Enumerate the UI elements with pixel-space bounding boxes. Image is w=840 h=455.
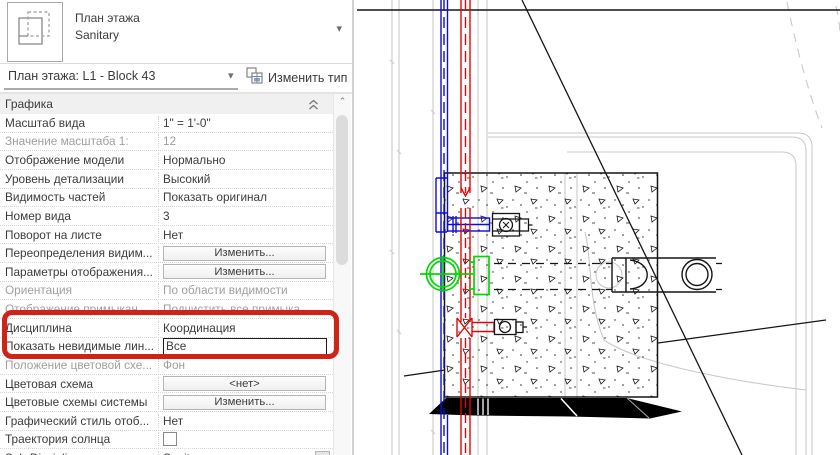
property-label: Цветовая схема [0, 376, 159, 391]
property-label: Траектория солнца [0, 432, 159, 447]
property-label: Номер вида [0, 208, 159, 223]
group-header-grafika[interactable]: Графика [0, 94, 333, 115]
property-value: Изменить... [159, 263, 333, 281]
property-value[interactable] [159, 431, 333, 449]
property-row: Масштаб вида 1" = 1'-0" [0, 114, 333, 133]
property-value[interactable]: Высокий [159, 170, 333, 188]
edit-type-icon [246, 67, 263, 89]
property-label: Sub-Discipline [0, 451, 159, 455]
type-combo-row: План этажа: L1 - Block 43 ▾ Изменить тип [0, 64, 352, 94]
drawing-canvas[interactable] [355, 0, 840, 455]
floor-plan-icon [7, 2, 63, 62]
property-label: Графический стиль отоб... [0, 413, 159, 428]
properties-panel: План этажа Sanitary ▾ План этажа: L1 - B… [0, 0, 355, 455]
chevron-down-icon[interactable]: ▾ [336, 22, 342, 35]
edit-type-label: Изменить тип [268, 71, 348, 85]
combo-underline [4, 88, 238, 90]
property-value[interactable]: Нормально [159, 151, 333, 169]
property-row: Номер вида 3 [0, 207, 333, 226]
property-value[interactable]: 3 [159, 207, 333, 225]
property-label: Положение цветовой схе... [0, 357, 159, 372]
property-value: Изменить... [159, 244, 333, 262]
property-label: Дисциплина [0, 320, 159, 335]
property-value[interactable]: Sanitary [159, 449, 333, 455]
property-value[interactable]: Все [159, 337, 333, 356]
type-selector[interactable]: План этажа Sanitary ▾ [0, 0, 352, 64]
type-category: План этажа [75, 11, 140, 25]
modify-button[interactable]: Изменить... [163, 245, 326, 261]
property-value[interactable]: Координация [159, 319, 333, 337]
property-row: Переопределения видим... Изменить... [0, 244, 333, 263]
property-label: Показать невидимые лин... [0, 339, 159, 354]
property-row: Уровень детализации Высокий [0, 169, 333, 189]
property-row: Траектория солнца [0, 430, 333, 450]
type-combo[interactable]: План этажа: L1 - Block 43 [8, 69, 155, 83]
edit-type-button[interactable]: Изменить тип [246, 67, 347, 89]
property-value[interactable]: Фон [159, 356, 333, 374]
type-name: Sanitary [75, 28, 120, 42]
property-value: Изменить... [159, 393, 333, 411]
property-value[interactable]: Подчистить все примыка... [159, 300, 333, 318]
property-row: Отображение модели Нормально [0, 151, 333, 170]
properties-rows: Масштаб вида 1" = 1'-0" Значение масштаба … [0, 114, 333, 455]
scrollbar-thumb[interactable] [336, 115, 348, 265]
property-value[interactable]: Нет [159, 412, 333, 430]
property-value[interactable]: Нет [159, 226, 333, 244]
value-editbox[interactable]: Все [163, 337, 327, 355]
property-row: Положение цветовой схе... Фон [0, 356, 333, 375]
modify-button[interactable]: <нет> [163, 376, 326, 392]
property-row: Отображение примыкан... Подчистить все пр… [0, 300, 333, 319]
property-label: Цветовые схемы системы [0, 395, 159, 410]
floor-plan-view [357, 0, 840, 455]
panel-divider [352, 0, 354, 455]
property-label: Видимость частей [0, 190, 159, 205]
property-value[interactable]: Показать оригинал [159, 189, 333, 207]
group-header-label: Графика [5, 97, 53, 111]
modify-button[interactable]: Изменить... [163, 394, 326, 410]
checkbox[interactable] [163, 432, 177, 447]
modify-button[interactable]: Изменить... [163, 264, 326, 280]
property-row: Цветовые схемы системы Изменить... [0, 393, 333, 412]
property-row: Значение масштаба 1: 12 [0, 132, 333, 152]
property-label: Переопределения видим... [0, 246, 159, 261]
browse-button[interactable] [315, 451, 330, 455]
property-label: Масштаб вида [0, 115, 159, 130]
property-value: <нет> [159, 375, 333, 393]
property-row: Показать невидимые лин... Все [0, 337, 333, 357]
property-row: Дисциплина Координация [0, 318, 333, 338]
scroll-up-icon[interactable]: ⌃ [334, 96, 351, 107]
property-label: Параметры отображения... [0, 264, 159, 279]
property-label: Отображение модели [0, 153, 159, 168]
revit-window: План этажа Sanitary ▾ План этажа: L1 - B… [0, 0, 840, 455]
property-row: Цветовая схема <нет> [0, 374, 333, 394]
property-label: Ориентация [0, 283, 159, 298]
chevron-down-icon[interactable]: ▾ [228, 69, 234, 82]
property-value[interactable]: 12 [159, 133, 333, 151]
property-label: Отображение примыкан... [0, 302, 159, 317]
property-row: Параметры отображения... Изменить... [0, 263, 333, 282]
property-label: Поворот на листе [0, 227, 159, 242]
wall-section-fill [429, 397, 682, 419]
property-row: Ориентация По области видимости [0, 281, 333, 301]
scrollbar[interactable]: ⌃ [333, 94, 351, 455]
property-row: Поворот на листе Нет [0, 225, 333, 245]
property-label: Уровень детализации [0, 171, 159, 186]
property-value[interactable]: 1" = 1'-0" [159, 114, 333, 132]
property-row: Видимость частей Показать оригинал [0, 188, 333, 208]
property-row: Sub-DisciplineSanitary [0, 449, 333, 455]
property-label: Значение масштаба 1: [0, 134, 159, 149]
property-row: Графический стиль отоб... Нет [0, 412, 333, 431]
property-value[interactable]: По области видимости [159, 282, 333, 300]
